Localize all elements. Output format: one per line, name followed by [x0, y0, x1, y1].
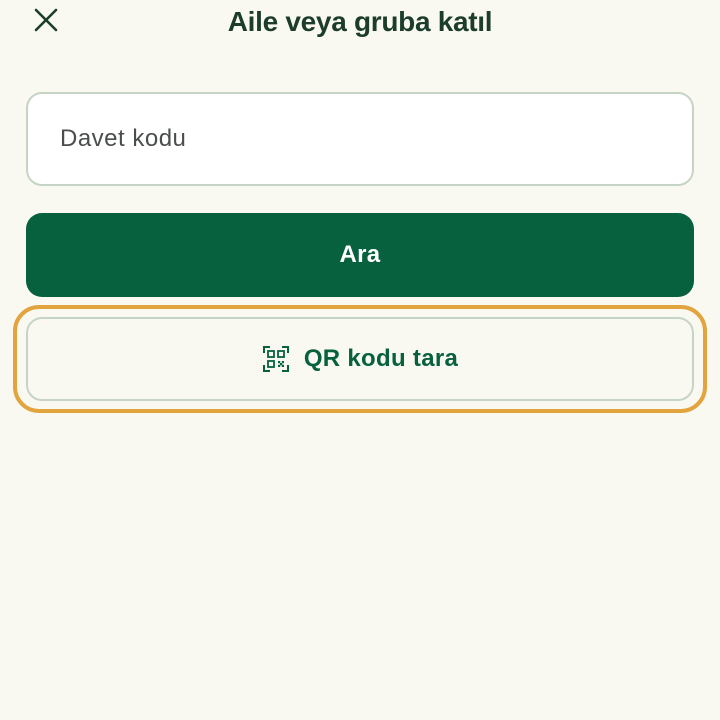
qr-code-scan-icon — [262, 345, 290, 373]
header: Aile veya gruba katıl — [0, 0, 720, 46]
page-title: Aile veya gruba katıl — [227, 6, 493, 37]
search-button[interactable]: Ara — [26, 213, 694, 297]
scan-qr-code-button[interactable]: QR kodu tara — [26, 317, 694, 401]
join-group-screen: Aile veya gruba katıl Ara — [0, 0, 720, 720]
scan-qr-code-label: QR kodu tara — [303, 345, 459, 372]
invite-code-input[interactable] — [26, 92, 694, 186]
